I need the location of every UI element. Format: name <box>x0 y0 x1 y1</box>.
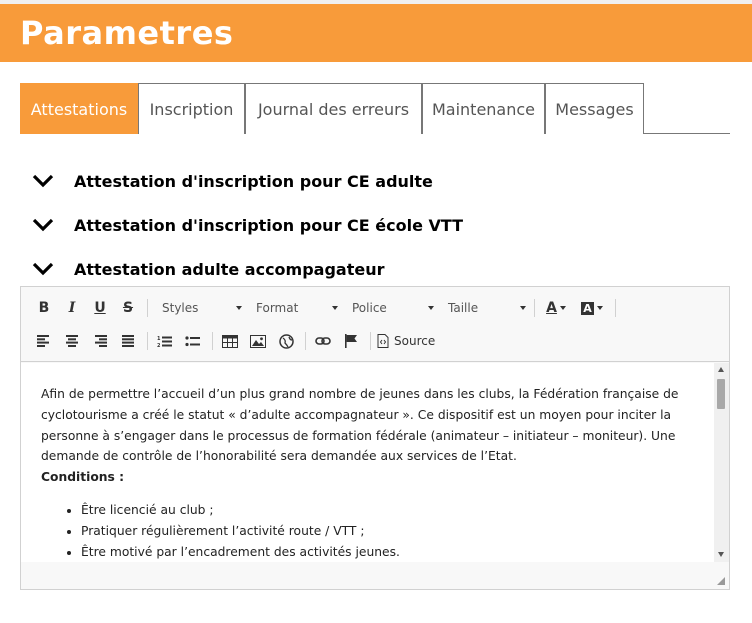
resize-handle-icon[interactable] <box>717 577 725 585</box>
scrollbar-thumb[interactable] <box>717 379 725 409</box>
justify-button[interactable] <box>117 330 139 352</box>
table-icon <box>222 334 238 348</box>
numbered-list-icon: 12 <box>157 336 172 348</box>
background-color-button[interactable]: A <box>577 297 607 319</box>
list-item: Être licencié au club ; <box>81 500 701 521</box>
font-dropdown[interactable]: Police <box>344 297 440 319</box>
table-button[interactable] <box>219 330 241 352</box>
iframe-button[interactable] <box>275 330 297 352</box>
page-title: Parametres <box>20 14 234 52</box>
toolbar-row-1: B I U S Styles Format Police Taille A A <box>33 296 622 320</box>
source-button[interactable]: Source <box>377 334 435 348</box>
tab-messages[interactable]: Messages <box>545 83 644 134</box>
conditions-label: Conditions : <box>41 470 125 485</box>
styles-label: Styles <box>162 301 199 315</box>
align-center-button[interactable] <box>61 330 83 352</box>
editor-paragraph: Afin de permettre l’accueil d’un plus gr… <box>41 387 679 464</box>
align-right-button[interactable] <box>89 330 111 352</box>
text-color-button[interactable]: A <box>541 297 571 319</box>
strikethrough-button[interactable]: S <box>117 297 139 319</box>
editor-toolbar: B I U S Styles Format Police Taille A A <box>21 287 729 362</box>
accordion-title: Attestation adulte accompagateur <box>74 259 385 279</box>
italic-button[interactable]: I <box>61 297 83 319</box>
align-left-icon <box>37 335 49 347</box>
scroll-down-arrow-icon[interactable] <box>718 552 724 557</box>
page-header: Parametres <box>0 4 752 62</box>
bold-button[interactable]: B <box>33 297 55 319</box>
list-item: Pratiquer régulièrement l’activité route… <box>81 521 701 542</box>
flag-icon <box>345 334 357 348</box>
editor-content-area[interactable]: Afin de permettre l’accueil d’un plus gr… <box>21 363 729 562</box>
size-dropdown[interactable]: Taille <box>440 297 532 319</box>
accordion-item-ce-adulte[interactable]: Attestation d'inscription pour CE adulte <box>32 169 433 193</box>
toolbar-row-2: 12 Source <box>33 329 435 353</box>
chevron-down-icon <box>32 174 54 188</box>
tab-journal-des-erreurs[interactable]: Journal des erreurs <box>245 83 422 134</box>
link-button[interactable] <box>312 330 334 352</box>
align-left-button[interactable] <box>33 330 55 352</box>
editor-status-bar <box>21 563 729 589</box>
source-label: Source <box>394 334 436 348</box>
numbered-list-button[interactable]: 12 <box>154 330 176 352</box>
image-button[interactable] <box>247 330 269 352</box>
align-center-icon <box>66 335 78 347</box>
accordion-title: Attestation d'inscription pour CE adulte <box>74 171 433 191</box>
editor-text[interactable]: Afin de permettre l’accueil d’un plus gr… <box>41 384 701 562</box>
accordion-item-ce-ecole-vtt[interactable]: Attestation d'inscription pour CE école … <box>32 213 463 237</box>
dropdown-arrow-icon <box>596 306 603 310</box>
accordion-title: Attestation d'inscription pour CE école … <box>74 215 464 235</box>
toolbar-separator <box>615 299 616 317</box>
anchor-button[interactable] <box>340 330 362 352</box>
toolbar-separator <box>147 332 148 350</box>
dropdown-arrow-icon <box>559 306 566 310</box>
dropdown-arrow-icon <box>236 306 242 310</box>
bulleted-list-icon <box>185 335 200 346</box>
dropdown-arrow-icon <box>520 306 526 310</box>
rich-text-editor: B I U S Styles Format Police Taille A A <box>20 286 730 590</box>
underline-button[interactable]: U <box>89 297 111 319</box>
globe-icon <box>278 333 294 349</box>
toolbar-separator <box>147 299 148 317</box>
conditions-list: Être licencié au club ; Pratiquer réguli… <box>41 500 701 562</box>
svg-text:2: 2 <box>157 343 161 348</box>
image-icon <box>250 334 266 348</box>
background-color-icon: A <box>581 301 594 315</box>
chevron-down-icon <box>32 262 54 276</box>
source-icon <box>377 334 389 348</box>
toolbar-separator <box>305 332 306 350</box>
link-icon <box>315 337 331 345</box>
scroll-up-arrow-icon[interactable] <box>718 367 724 372</box>
chevron-down-icon <box>32 218 54 232</box>
align-right-icon <box>95 335 107 347</box>
tab-maintenance[interactable]: Maintenance <box>422 83 545 134</box>
editor-scrollbar[interactable] <box>714 363 729 562</box>
justify-icon <box>122 335 134 347</box>
format-dropdown[interactable]: Format <box>248 297 344 319</box>
toolbar-separator <box>370 332 371 350</box>
toolbar-separator <box>534 299 535 317</box>
tab-bar: Attestations Inscription Journal des err… <box>20 83 730 134</box>
bulleted-list-button[interactable] <box>182 330 204 352</box>
toolbar-separator <box>212 332 213 350</box>
dropdown-arrow-icon <box>332 306 338 310</box>
dropdown-arrow-icon <box>428 306 434 310</box>
accordion-item-adulte-accompagnateur[interactable]: Attestation adulte accompagateur <box>32 257 385 281</box>
font-label: Police <box>352 301 387 315</box>
styles-dropdown[interactable]: Styles <box>154 297 248 319</box>
format-label: Format <box>256 301 299 315</box>
list-item: Être motivé par l’encadrement des activi… <box>81 542 701 562</box>
size-label: Taille <box>448 301 479 315</box>
tab-inscription[interactable]: Inscription <box>138 83 245 134</box>
tab-attestations[interactable]: Attestations <box>20 83 138 134</box>
text-color-icon: A <box>546 300 557 316</box>
svg-text:1: 1 <box>157 336 161 342</box>
